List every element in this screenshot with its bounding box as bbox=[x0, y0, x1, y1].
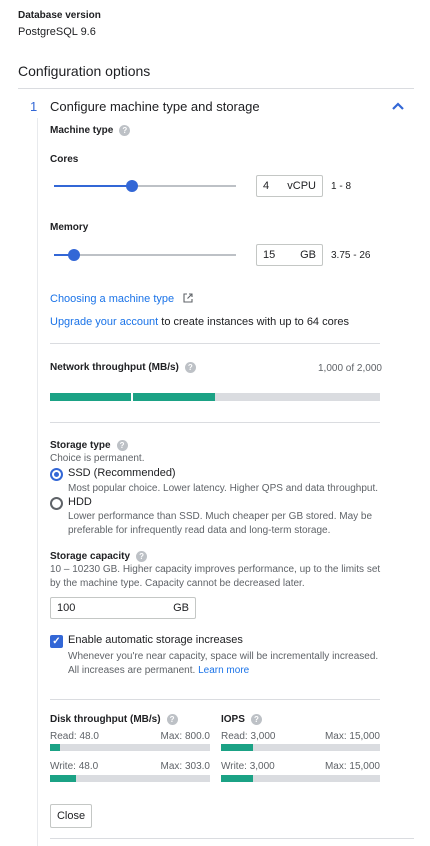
learn-more-link[interactable]: Learn more bbox=[198, 665, 249, 676]
cores-unit: vCPU bbox=[287, 180, 316, 192]
iops-write-bar bbox=[221, 775, 380, 782]
memory-input[interactable]: 15 GB bbox=[256, 244, 323, 266]
iops-read-label: Read: 3,000 bbox=[221, 731, 276, 742]
ssd-radio[interactable] bbox=[50, 468, 63, 481]
upgrade-text: to create instances with up to 64 cores bbox=[158, 316, 350, 328]
external-link-icon[interactable] bbox=[183, 293, 193, 306]
help-icon[interactable]: ? bbox=[166, 714, 178, 725]
storage-type-note: Choice is permanent. bbox=[50, 453, 145, 464]
disk-read-max: Max: 800.0 bbox=[160, 731, 210, 742]
ssd-label[interactable]: SSD (Recommended) bbox=[68, 467, 176, 479]
database-version-value: PostgreSQL 9.6 bbox=[18, 26, 96, 38]
choosing-machine-type: Choosing a machine type bbox=[50, 293, 193, 306]
memory-range: 3.75 - 26 bbox=[331, 250, 371, 261]
disk-throughput-label: Disk throughput (MB/s)? bbox=[50, 714, 178, 725]
storage-capacity-input[interactable]: 100 GB bbox=[50, 597, 196, 619]
help-icon[interactable]: ? bbox=[250, 714, 262, 725]
upgrade-account-link[interactable]: Upgrade your account bbox=[50, 316, 158, 328]
disk-read-fill bbox=[50, 744, 60, 751]
disk-write-fill bbox=[50, 775, 76, 782]
iops-write-label: Write: 3,000 bbox=[221, 761, 275, 772]
iops-read-fill bbox=[221, 744, 253, 751]
storage-type-label: Storage type? bbox=[50, 440, 128, 451]
bar-segment-divider bbox=[131, 393, 133, 401]
iops-label: IOPS? bbox=[221, 714, 262, 725]
memory-unit: GB bbox=[300, 249, 316, 261]
auto-increase-description: Whenever you're near capacity, space wil… bbox=[68, 651, 379, 676]
iops-write-max: Max: 15,000 bbox=[324, 761, 380, 772]
cores-label: Cores bbox=[50, 154, 79, 165]
auto-increase-label[interactable]: Enable automatic storage increases bbox=[68, 634, 243, 646]
memory-value: 15 bbox=[263, 249, 276, 261]
iops-write-fill bbox=[221, 775, 253, 782]
memory-label: Memory bbox=[50, 222, 89, 233]
ssd-description: Most popular choice. Lower latency. High… bbox=[68, 483, 378, 494]
divider bbox=[50, 343, 380, 344]
section-title: Configuration options bbox=[18, 63, 151, 79]
disk-write-label: Write: 48.0 bbox=[50, 761, 99, 772]
cores-range: 1 - 8 bbox=[331, 181, 352, 192]
storage-capacity-value: 100 bbox=[57, 602, 76, 614]
hdd-description: Lower performance than SSD. Much cheaper… bbox=[68, 511, 373, 536]
help-icon[interactable]: ? bbox=[136, 551, 148, 562]
disk-read-bar bbox=[50, 744, 210, 751]
auto-increase-checkbox[interactable]: ✓ bbox=[50, 635, 63, 648]
memory-slider-thumb[interactable] bbox=[68, 249, 81, 261]
iops-read-bar bbox=[221, 744, 380, 751]
divider bbox=[50, 422, 380, 423]
section-divider bbox=[18, 88, 414, 89]
disk-write-bar bbox=[50, 775, 210, 782]
cores-value: 4 bbox=[263, 180, 270, 192]
memory-slider[interactable] bbox=[54, 249, 236, 261]
divider bbox=[50, 838, 414, 839]
disk-write-max: Max: 303.0 bbox=[160, 761, 210, 772]
database-version-label: Database version bbox=[18, 10, 101, 21]
close-button[interactable]: Close bbox=[50, 804, 92, 828]
step-number: 1 bbox=[30, 99, 38, 114]
storage-capacity-label: Storage capacity? bbox=[50, 551, 148, 562]
storage-capacity-unit: GB bbox=[173, 602, 189, 614]
machine-type-label: Machine type? bbox=[50, 125, 131, 136]
chevron-up-icon[interactable] bbox=[390, 98, 406, 114]
iops-read-max: Max: 15,000 bbox=[324, 731, 380, 742]
choosing-machine-type-link[interactable]: Choosing a machine type bbox=[50, 293, 174, 305]
step-rail bbox=[37, 118, 38, 846]
disk-read-label: Read: 48.0 bbox=[50, 731, 99, 742]
upgrade-line: Upgrade your account to create instances… bbox=[50, 316, 349, 328]
network-throughput-bar bbox=[50, 393, 380, 401]
cores-input[interactable]: 4 vCPU bbox=[256, 175, 323, 197]
hdd-radio[interactable] bbox=[50, 497, 63, 510]
step-title[interactable]: Configure machine type and storage bbox=[50, 99, 260, 114]
cores-slider[interactable] bbox=[54, 180, 236, 192]
network-throughput-label: Network throughput (MB/s)? bbox=[50, 362, 196, 373]
help-icon[interactable]: ? bbox=[184, 362, 196, 373]
help-icon[interactable]: ? bbox=[116, 440, 128, 451]
network-throughput-value: 1,000 of 2,000 bbox=[318, 363, 382, 374]
hdd-label[interactable]: HDD bbox=[68, 496, 92, 508]
cores-slider-fill bbox=[54, 185, 133, 187]
cores-slider-thumb[interactable] bbox=[126, 180, 139, 192]
divider bbox=[50, 699, 380, 700]
storage-capacity-description: 10 – 10230 GB. Higher capacity improves … bbox=[50, 564, 381, 589]
help-icon[interactable]: ? bbox=[119, 125, 131, 136]
